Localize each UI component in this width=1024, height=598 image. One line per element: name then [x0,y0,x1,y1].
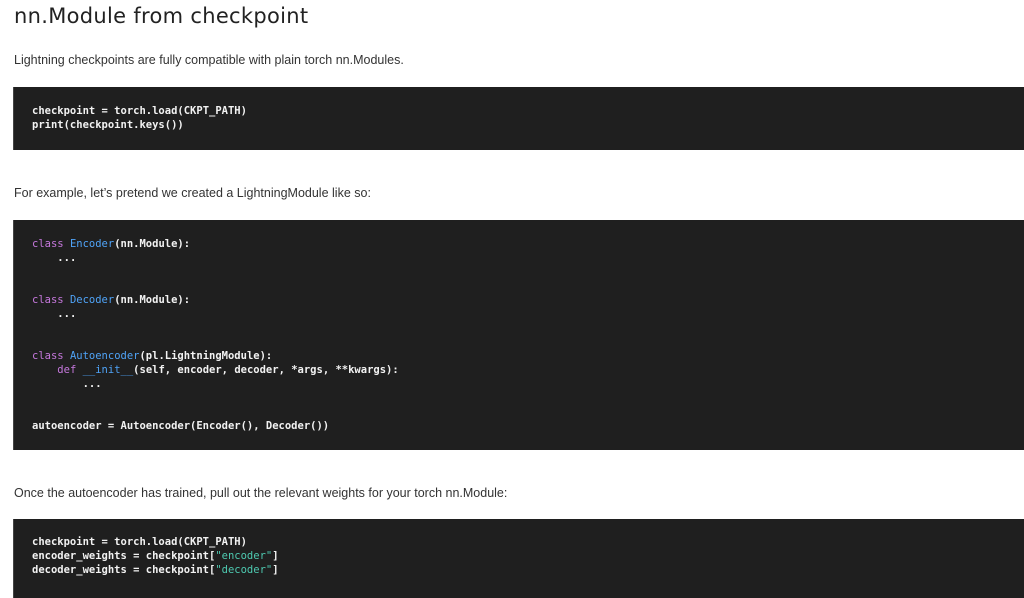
code-token: encoder_weights = checkpoint[ [32,550,216,562]
string-literal: "encoder" [215,550,273,562]
ellipsis: ... [82,378,102,390]
code-token: (CKPT_PATH) [177,105,247,117]
code-token: autoencoder = Autoencoder(Encoder(), Dec… [32,420,330,432]
code-token: = torch.load [95,105,178,117]
code-block-extract-weights[interactable]: checkpoint = torch.load(CKPT_PATH) encod… [13,519,1024,598]
code-token: (nn.Module): [114,294,191,306]
code-token: ] [272,550,279,562]
class-name: Decoder [69,294,115,306]
code-token: checkpoint [32,105,96,117]
code-text: class Encoder(nn.Module): ... class Deco… [32,237,1024,433]
class-name: Autoencoder [69,350,140,362]
code-block-load-checkpoint[interactable]: checkpoint = torch.load(CKPT_PATH) print… [13,87,1024,150]
code-token: (nn.Module): [114,238,191,250]
keyword: class [32,350,64,362]
ellipsis: ... [57,308,77,320]
code-text: checkpoint = torch.load(CKPT_PATH) print… [32,104,1024,132]
code-token: decoder_weights = checkpoint[ [32,564,216,576]
code-token: ] [272,564,279,576]
ellipsis: ... [57,252,77,264]
code-token: (pl.LightningModule): [139,350,273,362]
string-literal: "decoder" [215,564,273,576]
function-name: __init__ [82,364,134,376]
code-token: print [32,119,64,131]
code-token: (checkpoint.keys()) [63,119,184,131]
keyword: def [57,364,77,376]
code-block-lightning-module[interactable]: class Encoder(nn.Module): ... class Deco… [13,220,1024,450]
after-paragraph: Once the autoencoder has trained, pull o… [14,486,508,500]
class-name: Encoder [69,238,115,250]
example-paragraph: For example, let’s pretend we created a … [14,186,371,200]
page-title: nn.Module from checkpoint [14,4,309,28]
intro-paragraph: Lightning checkpoints are fully compatib… [14,53,404,67]
keyword: class [32,294,64,306]
keyword: class [32,238,64,250]
code-token: (self, encoder, decoder, *args, **kwargs… [133,364,399,376]
code-text: checkpoint = torch.load(CKPT_PATH) encod… [32,535,1024,577]
code-token: checkpoint = torch.load(CKPT_PATH) [32,536,247,548]
